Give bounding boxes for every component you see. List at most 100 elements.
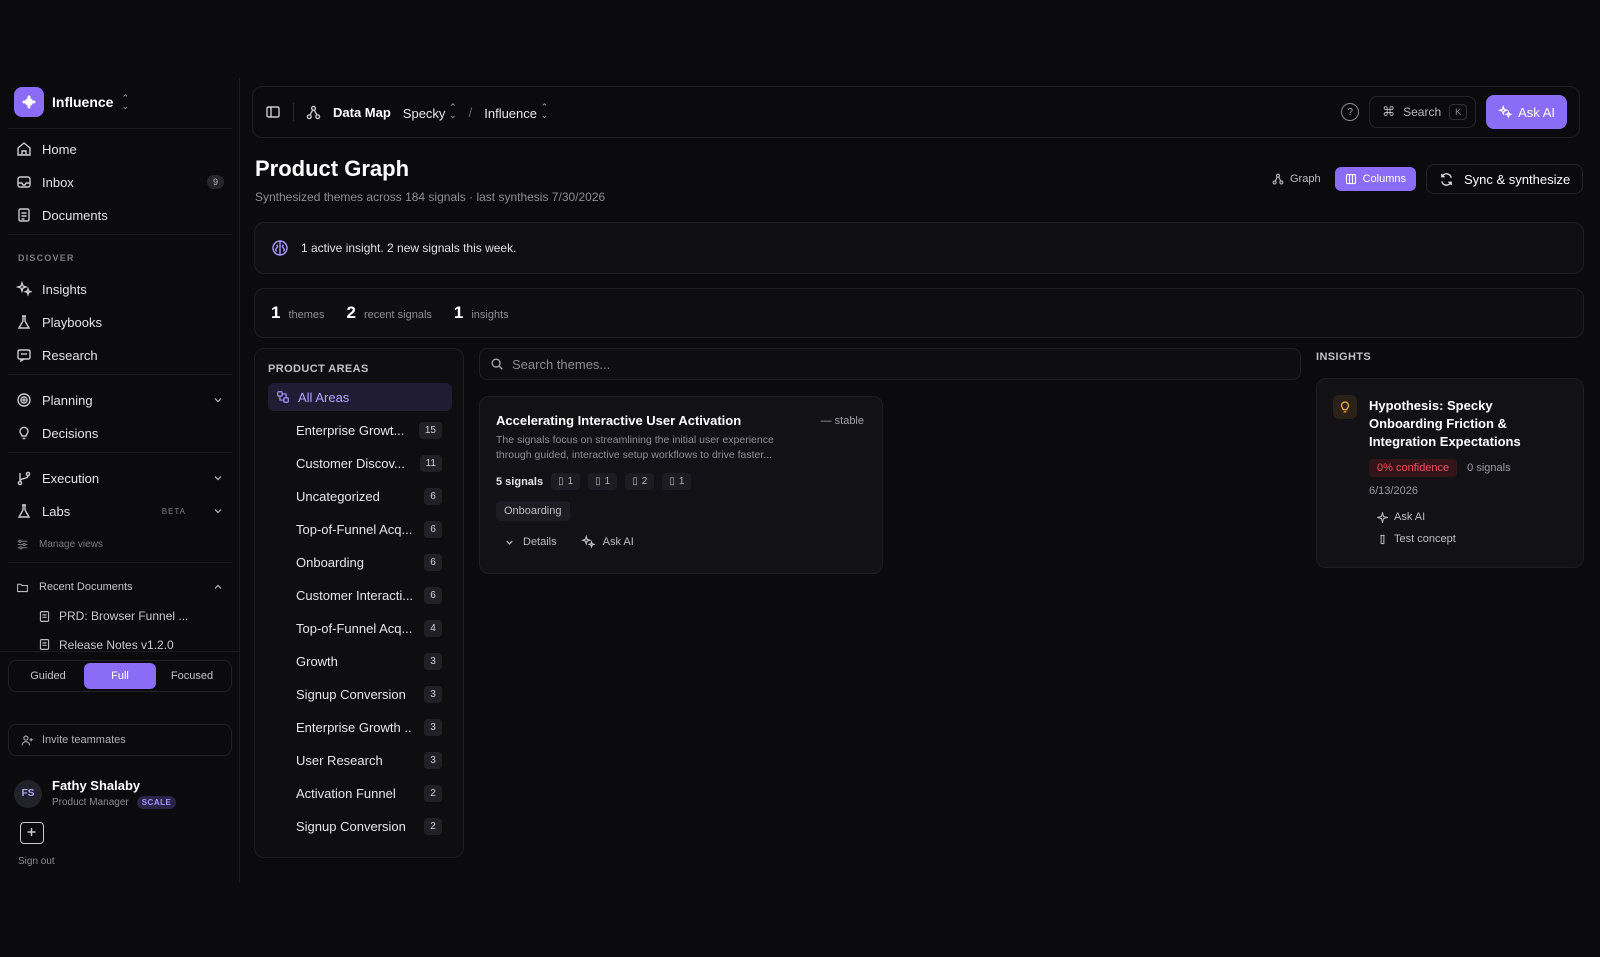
area-item[interactable]: Signup Conversion 2 [268,812,452,840]
nav-inbox[interactable]: Inbox 9 [8,167,232,197]
columns-view-button[interactable]: Columns [1334,167,1416,191]
insight-ask-ai-button[interactable]: Ask AI [1377,511,1425,523]
user-profile[interactable]: FS Fathy Shalaby Product Manager SCALE [14,778,177,809]
user-name: Fathy Shalaby [52,778,141,793]
graph-view-button[interactable]: Graph [1262,167,1331,191]
graph-nodes-icon [306,105,321,119]
ask-ai-button[interactable]: Ask AI [1486,95,1567,129]
chevron-down-icon [214,476,222,481]
area-name: Customer Interacti... [296,587,412,603]
search-button[interactable]: ⌘ Search K [1369,96,1477,128]
nav-insights[interactable]: Insights [8,274,232,304]
nav-planning-label: Planning [42,392,93,408]
area-item[interactable]: Uncategorized 6 [268,482,452,510]
theme-description: The signals focus on streamlining the in… [496,434,774,461]
sidebar-toggle-icon[interactable] [265,104,281,120]
mode-focused-button[interactable]: Focused [156,663,228,689]
area-count: 3 [424,718,442,736]
search-themes-input[interactable]: Search themes... [479,348,1301,380]
nav-home[interactable]: Home [8,134,232,164]
theme-title: Accelerating Interactive User Activation [496,413,742,428]
test-concept-button[interactable]: Test concept [1377,533,1456,545]
area-item[interactable]: User Research 3 [268,746,452,774]
nav-playbooks[interactable]: Playbooks [8,307,232,337]
nav-decisions[interactable]: Decisions [8,418,232,448]
sparkles-icon [580,535,595,549]
nav-documents[interactable]: Documents [8,200,232,230]
nav-planning[interactable]: Planning [8,385,232,415]
area-item[interactable]: Enterprise Growt... 15 [268,416,452,444]
recent-document-item[interactable]: PRD: Browser Funnel ... [38,609,188,623]
area-name: Top-of-Funnel Acq... [296,620,412,636]
breadcrumb-data-map[interactable]: Data Map [333,105,391,120]
source-count: 2 [641,476,648,487]
area-item[interactable]: Customer Interacti... 6 [268,581,452,609]
area-count: 3 [424,652,442,670]
sign-out-link[interactable]: Sign out [18,856,55,867]
area-item[interactable]: Activation Funnel 2 [268,779,452,807]
git-branch-icon [17,471,31,486]
details-toggle[interactable]: Details [504,536,557,548]
manage-views-link[interactable]: Manage views [8,529,232,559]
area-count: 3 [424,751,442,769]
chevron-up-icon [214,584,222,589]
workspace-switcher[interactable]: Influence ⌃ ⌄ [14,86,129,118]
home-icon [17,142,31,156]
breadcrumb-workspace[interactable]: Specky ⌃ ⌄ [403,102,457,122]
theme-card[interactable]: Accelerating Interactive User Activation… [479,396,883,574]
area-item[interactable]: Signup Conversion 3 [268,680,452,708]
divider [8,452,232,453]
page-title: Product Graph [255,156,410,181]
area-item[interactable]: Top-of-Funnel Acq... 4 [268,614,452,642]
nav-playbooks-label: Playbooks [42,314,102,330]
help-icon[interactable]: ? [1341,103,1360,121]
nav-labs[interactable]: Labs BETA [8,496,232,526]
workspace-logo-icon [14,87,44,117]
page-subtitle: Synthesized themes across 184 signals · … [255,190,606,204]
source-pill: ▯ 1 [662,473,692,490]
area-name: Customer Discov... [296,455,405,471]
insight-title: Hypothesis: Specky Onboarding Friction &… [1369,398,1521,449]
sparkles-icon [16,281,32,297]
recent-documents-header[interactable]: Recent Documents [8,572,232,602]
ask-ai-label: Ask AI [602,536,634,548]
sync-synthesize-button[interactable]: Sync & synthesize [1426,164,1584,194]
breadcrumb-project[interactable]: Influence ⌃ ⌄ [484,103,548,122]
insights-heading: INSIGHTS [1316,351,1372,363]
flask-icon [1380,534,1385,544]
nav-documents-label: Documents [42,207,108,223]
view-toggle: Graph Columns [1262,166,1416,192]
theme-ask-ai-button[interactable]: Ask AI [580,535,634,549]
area-item[interactable]: Top-of-Funnel Acq... 6 [268,515,452,543]
document-icon: ▯ [669,476,675,487]
mode-full-button[interactable]: Full [84,663,156,689]
stat-label: themes [288,309,325,321]
divider [8,374,232,375]
area-count: 2 [424,784,442,802]
theme-tag[interactable]: Onboarding [496,501,570,521]
folder-icon [17,583,28,592]
feedback-icon[interactable] [20,822,44,844]
recent-document-title: PRD: Browser Funnel ... [59,609,189,623]
chevron-updown-icon: ⌃ ⌄ [449,102,457,120]
nav-research[interactable]: Research [8,340,232,370]
ask-ai-label: Ask AI [1518,104,1555,120]
area-count: 6 [424,520,442,538]
recent-document-item[interactable]: Release Notes v1.2.0 [38,638,174,650]
mode-guided-button[interactable]: Guided [12,663,84,689]
sparkles-icon [1498,105,1513,119]
invite-teammates-button[interactable]: Invite teammates [8,724,232,756]
nav-execution[interactable]: Execution [8,463,232,493]
area-item[interactable]: Enterprise Growth ... 3 [268,713,452,741]
area-item[interactable]: Growth 3 [268,647,452,675]
area-item[interactable]: Customer Discov... 11 [268,449,452,477]
area-all[interactable]: All Areas [268,383,452,411]
signal-count: 5 signals [496,475,544,488]
stat-value: 1 [453,303,464,322]
document-icon: ▯ [558,476,564,487]
nav-execution-label: Execution [42,470,100,486]
source-count: 1 [678,476,685,487]
insight-card[interactable]: Hypothesis: Specky Onboarding Friction &… [1316,378,1584,568]
area-item[interactable]: Onboarding 6 [268,548,452,576]
sync-label: Sync & synthesize [1464,171,1571,187]
